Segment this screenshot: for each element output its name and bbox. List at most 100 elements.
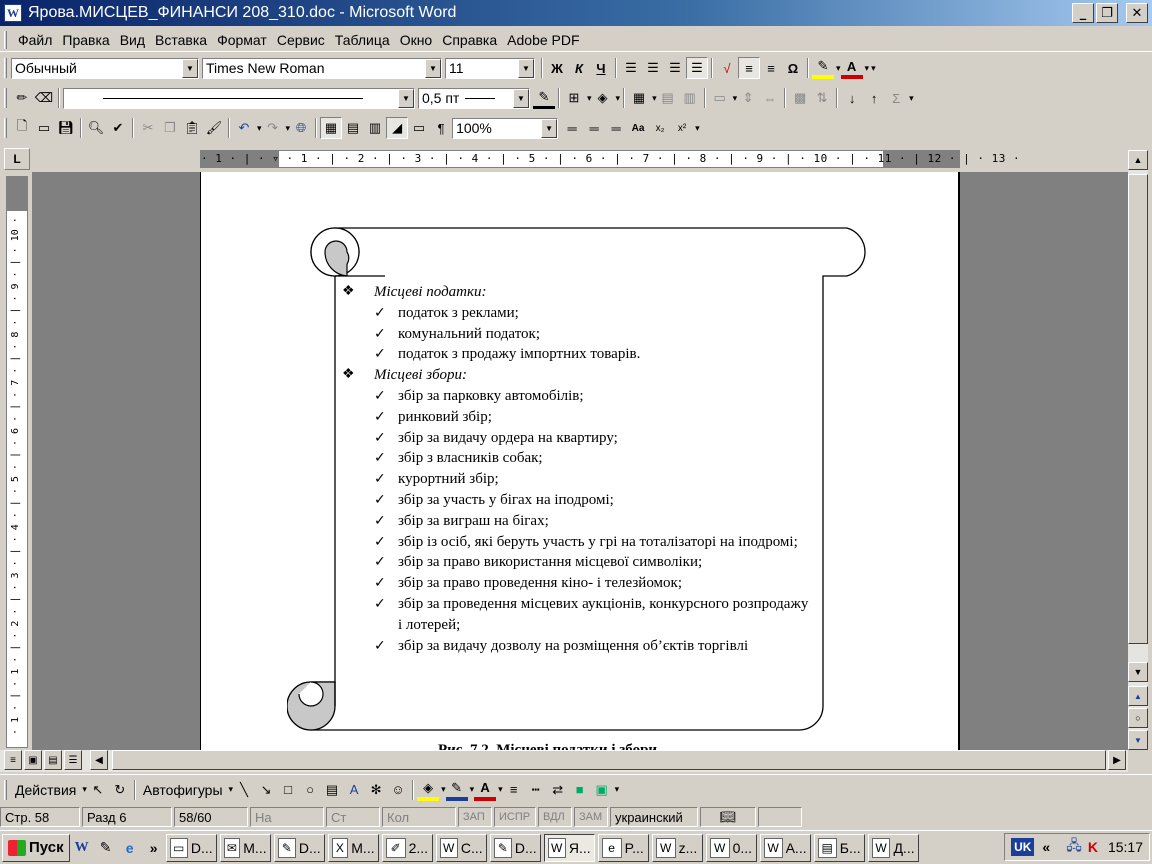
scroll-up-icon[interactable]: ▲ — [1128, 150, 1148, 170]
vertical-scrollbar[interactable]: ▲ ▼ ▲ ○ ▼ — [1128, 150, 1148, 750]
dash-style-icon[interactable]: ┅ — [525, 779, 547, 801]
scroll-down-icon[interactable]: ▼ — [1128, 662, 1148, 682]
insert-table-icon[interactable]: ▦ — [628, 87, 650, 109]
taskbar-item[interactable]: e P... — [597, 833, 649, 862]
underline-button[interactable]: Ч — [590, 57, 612, 79]
taskbar-item[interactable]: ▭ D... — [165, 833, 217, 862]
menu-adobe-pdf[interactable]: Adobe PDF — [502, 32, 584, 48]
subscript-icon[interactable]: x₂ — [649, 117, 671, 139]
draw-table-pencil-icon[interactable]: ✏ — [11, 87, 33, 109]
split-cells-icon[interactable]: ▥ — [679, 87, 701, 109]
align-left-icon[interactable]: ☰ — [620, 57, 642, 79]
bullet-list-icon[interactable]: ≡ — [760, 57, 782, 79]
3d-style-icon[interactable]: ▣ — [591, 779, 613, 801]
word-app-icon[interactable]: W — [4, 4, 22, 22]
rectangle-icon[interactable]: □ — [277, 779, 299, 801]
new-document-icon[interactable]: 🗋 — [11, 117, 33, 139]
taskbar-item[interactable]: W Д... — [867, 833, 919, 862]
chevron-down-icon[interactable]: ▾ — [616, 93, 621, 104]
status-record[interactable]: ЗАП — [458, 807, 492, 827]
menu-view[interactable]: Вид — [115, 32, 150, 48]
arrow-style-icon[interactable]: ⇄ — [547, 779, 569, 801]
language-indicator[interactable]: UK — [1011, 838, 1035, 856]
tables-borders-toggle-icon[interactable]: ▦ — [320, 117, 343, 139]
chevron-down-icon[interactable]: ▼ — [541, 118, 558, 138]
taskbar-item[interactable]: ✉ M... — [219, 833, 271, 862]
line-style-combo[interactable]: ▼ — [63, 87, 415, 109]
show-formatting-icon[interactable]: ¶ — [430, 117, 452, 139]
antivirus-icon[interactable]: K — [1088, 839, 1098, 855]
save-icon[interactable]: 💾︎ — [55, 117, 77, 139]
zoom-combo[interactable]: 100% ▼ — [452, 117, 559, 139]
select-browse-object-icon[interactable]: ○ — [1128, 708, 1148, 728]
horizontal-ruler[interactable]: · 1 · | · ▿ · 1 · | · 2 · | · 3 · | · 4 … — [200, 150, 1020, 168]
menu-grip[interactable] — [4, 30, 7, 49]
text-box-icon[interactable]: ▤ — [321, 779, 343, 801]
status-overtype[interactable]: ЗАМ — [574, 807, 608, 827]
web-view-icon[interactable]: ▣ — [24, 750, 42, 770]
taskbar-item[interactable]: W C... — [435, 833, 487, 862]
open-folder-icon[interactable]: ▭ — [33, 117, 55, 139]
status-language[interactable]: украинский — [610, 807, 698, 827]
chevron-down-icon[interactable]: ▼ — [182, 58, 198, 78]
paste-icon[interactable]: 📋︎ — [181, 117, 203, 139]
autosum-icon[interactable]: Σ — [885, 87, 907, 109]
double-line-icon[interactable]: ═ — [605, 117, 627, 139]
drawing-toggle-icon[interactable]: ◢ — [386, 117, 409, 139]
paint-quicklaunch-icon[interactable]: ✎ — [94, 836, 118, 860]
omega-symbol-icon[interactable]: Ω — [782, 57, 804, 79]
diagram-icon[interactable]: ✻ — [365, 779, 387, 801]
toolbar-options-icon[interactable]: ▾ — [695, 123, 700, 134]
toolbar-options-icon[interactable]: ▾ — [615, 784, 620, 795]
double-line-icon[interactable]: ═ — [583, 117, 605, 139]
double-line-icon[interactable]: ═ — [561, 117, 583, 139]
taskbar-item[interactable]: Wz... — [651, 833, 703, 862]
scroll-right-icon[interactable]: ▶ — [1108, 750, 1126, 770]
taskbar-item[interactable]: ▤ Б... — [813, 833, 865, 862]
wordart-icon[interactable]: A — [343, 779, 365, 801]
highlight-icon[interactable]: ✎ — [812, 57, 834, 79]
toolbar-grip[interactable] — [4, 88, 7, 108]
taskbar-item[interactable]: ✐ 2... — [381, 833, 433, 862]
document-map-icon[interactable]: ▭ — [408, 117, 430, 139]
small-caps-icon[interactable]: Aa — [627, 117, 649, 139]
redo-icon[interactable]: ↷ — [262, 117, 284, 139]
taskbar-item[interactable]: ✎ D... — [273, 833, 325, 862]
quicklaunch-more-icon[interactable]: » — [142, 836, 166, 860]
align-cell-icon[interactable]: ▭ — [709, 87, 731, 109]
align-center-icon[interactable]: ☰ — [642, 57, 664, 79]
shadow-style-icon[interactable]: ■ — [569, 779, 591, 801]
scroll-thumb[interactable] — [1128, 174, 1148, 644]
restore-button[interactable]: ❐ — [1096, 3, 1118, 23]
line-style-icon[interactable]: ≡ — [503, 779, 525, 801]
scroll-thumb[interactable] — [112, 750, 1106, 770]
clip-art-icon[interactable]: ☺ — [387, 779, 409, 801]
undo-icon[interactable]: ↶ — [233, 117, 255, 139]
draw-actions-menu[interactable]: Действия — [11, 782, 80, 798]
spelling-status-icon[interactable]: 📖︎ — [700, 807, 756, 827]
font-color-icon[interactable]: A — [840, 57, 863, 79]
sort-ascending-icon[interactable]: ↓ — [841, 87, 863, 109]
spelling-icon[interactable]: ✔ — [107, 117, 129, 139]
tab-selector[interactable]: L — [4, 148, 30, 170]
chevron-down-icon[interactable]: ▾ — [865, 63, 870, 74]
oval-icon[interactable]: ○ — [299, 779, 321, 801]
word-quicklaunch-icon[interactable]: W — [70, 836, 94, 860]
bold-button[interactable]: Ж — [546, 57, 568, 79]
toolbar-grip[interactable] — [4, 779, 7, 800]
line-icon[interactable]: ╲ — [233, 779, 255, 801]
network-icon[interactable]: 🖧︎ — [1066, 835, 1082, 859]
menu-window[interactable]: Окно — [395, 32, 438, 48]
tray-expand-icon[interactable]: « — [1042, 839, 1050, 855]
horizontal-scrollbar[interactable]: ≡ ▣ ▤ ☰ ◀ ▶ — [0, 750, 1128, 772]
taskbar-item[interactable]: ✎ D... — [489, 833, 541, 862]
toolbar-grip[interactable] — [4, 118, 7, 138]
superscript-icon[interactable]: x² — [671, 117, 693, 139]
scroll-left-icon[interactable]: ◀ — [90, 750, 108, 770]
menu-table[interactable]: Таблица — [330, 32, 395, 48]
border-color-icon[interactable]: ✎ — [533, 87, 555, 109]
insert-table-icon[interactable]: ▤ — [342, 117, 364, 139]
previous-page-icon[interactable]: ▲ — [1128, 686, 1148, 706]
print-layout-icon[interactable]: ▤ — [44, 750, 62, 770]
hyperlink-icon[interactable]: 🌐︎ — [290, 117, 312, 139]
